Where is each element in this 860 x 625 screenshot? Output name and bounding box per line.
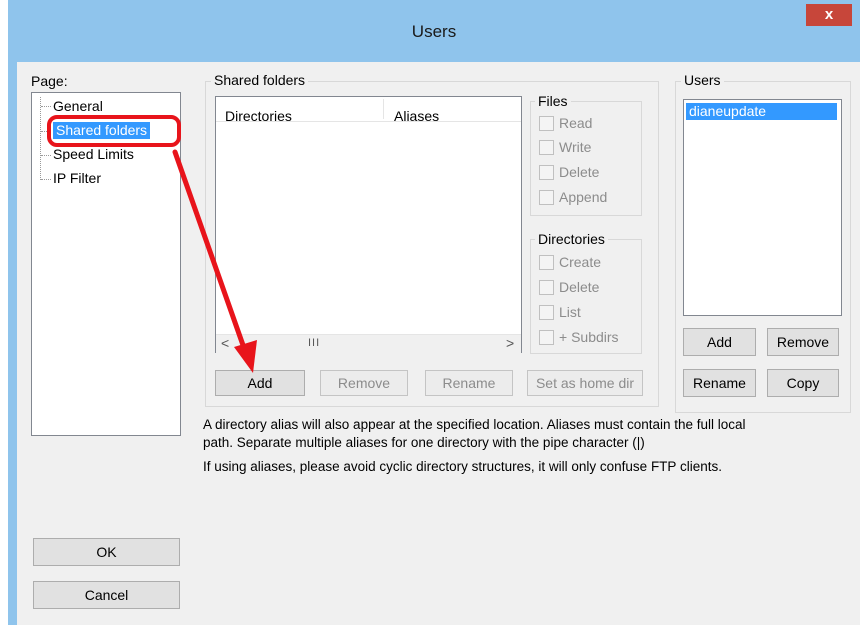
- arrow-head-icon: [234, 340, 257, 373]
- highlight-rounded-rect: [47, 115, 181, 147]
- annotation-overlay: [47, 115, 257, 373]
- annotation-arrow-shaft: [172, 149, 247, 351]
